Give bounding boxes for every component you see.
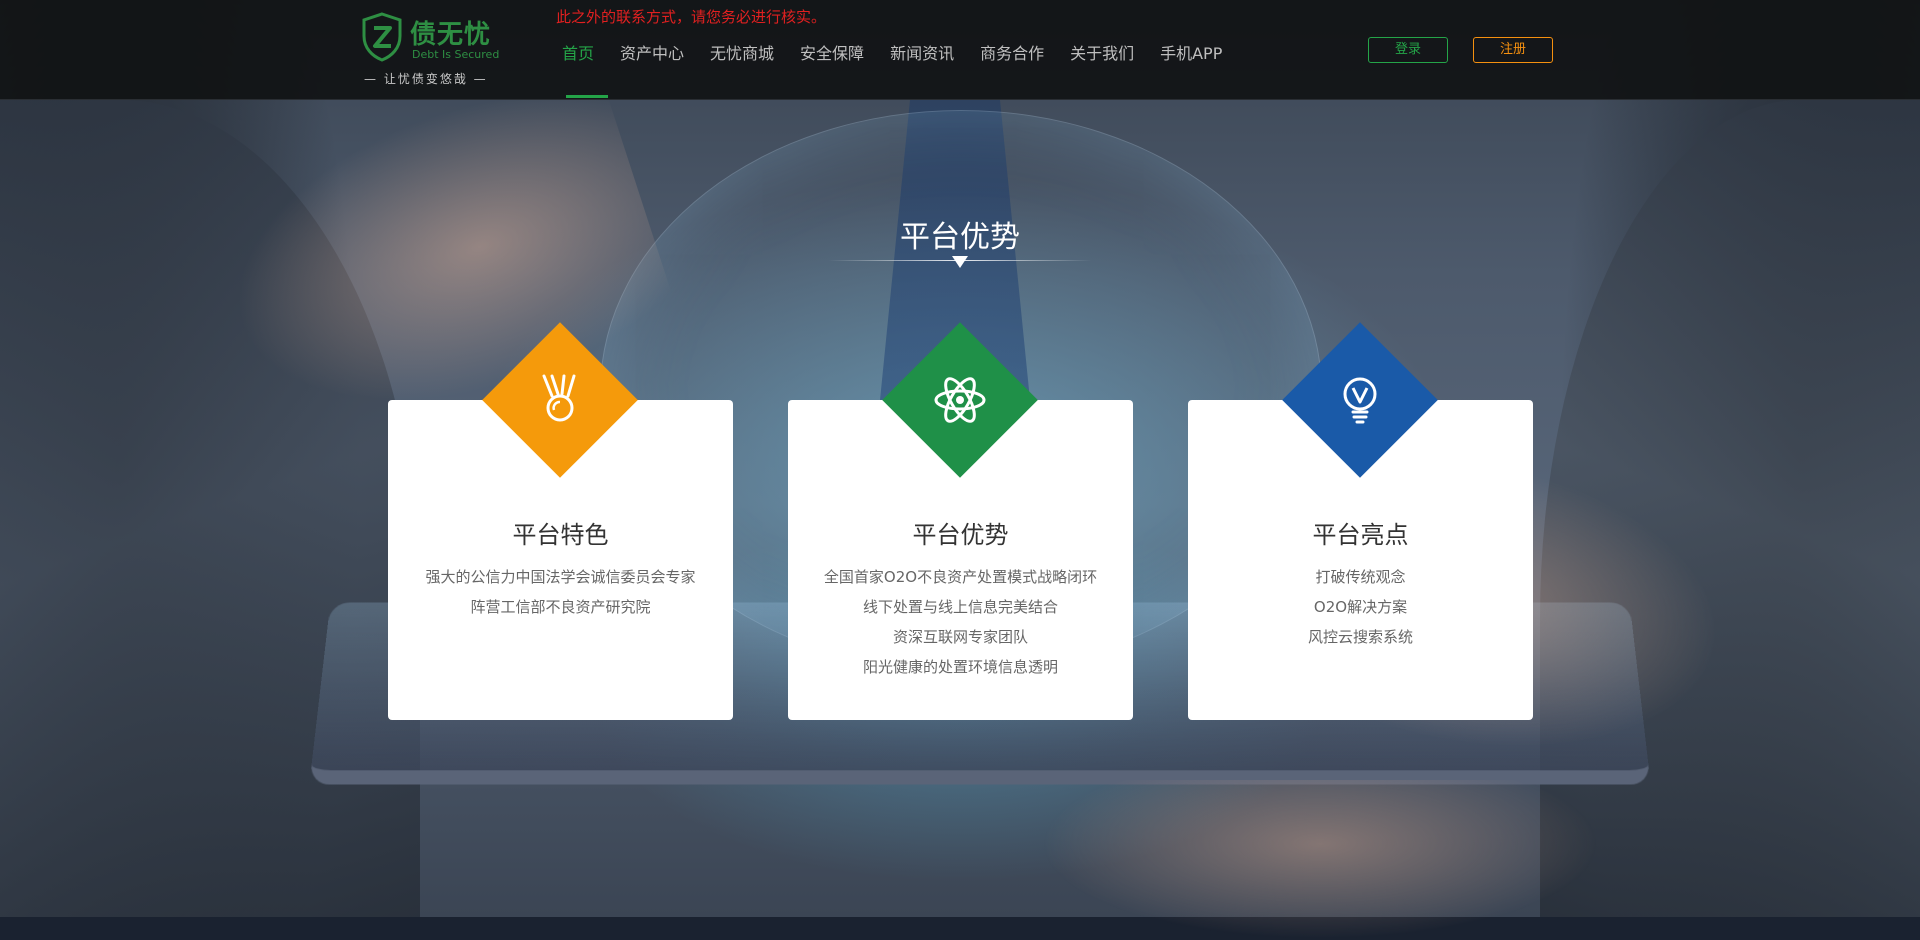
card-title: 平台优势 [912, 521, 1009, 549]
card-title: 平台特色 [512, 521, 609, 549]
nav-item-mobile-app[interactable]: 手机APP [1158, 38, 1224, 98]
card-description: 全国首家O2O不良资产处置模式战略闭环 线下处置与线上信息完美结合 资深互联网专… [788, 562, 1133, 682]
medal-icon [530, 370, 590, 430]
nav-item-mall[interactable]: 无忧商城 [708, 38, 776, 98]
nav-item-business[interactable]: 商务合作 [978, 38, 1046, 98]
shield-logo-icon [362, 12, 402, 62]
logo-name: 债无忧 [410, 20, 492, 50]
site-logo[interactable]: 债无忧 Debt Is Secured — 让忧债变悠哉 — [360, 12, 510, 92]
login-button[interactable]: 登录 [1368, 37, 1448, 63]
register-button[interactable]: 注册 [1473, 37, 1553, 63]
lightbulb-icon [1330, 370, 1390, 430]
card-line: 资深互联网专家团队 [892, 628, 1028, 646]
nav-item-security[interactable]: 安全保障 [798, 38, 866, 98]
nav-item-home[interactable]: 首页 [560, 38, 596, 98]
logo-slogan: — 让忧债变悠哉 — [364, 72, 488, 86]
nav-item-about[interactable]: 关于我们 [1068, 38, 1136, 98]
card-line: O2O解决方案 [1313, 598, 1408, 616]
atom-icon [930, 370, 990, 430]
card-description: 打破传统观念 O2O解决方案 风控云搜索系统 [1188, 562, 1533, 652]
card-line: 阳光健康的处置环境信息透明 [862, 658, 1058, 676]
card-line: 风控云搜索系统 [1307, 628, 1413, 646]
site-header: 债无忧 Debt Is Secured — 让忧债变悠哉 — 此之外的联系方式，… [0, 0, 1920, 100]
notice-banner: 此之外的联系方式，请您务必进行核实。 [556, 8, 827, 26]
card-line: 全国首家O2O不良资产处置模式战略闭环 [823, 568, 1098, 586]
nav-active-indicator [566, 95, 608, 98]
logo-tagline: Debt Is Secured [412, 48, 500, 61]
background-hand-bottom [1040, 780, 1600, 940]
nav-item-assets[interactable]: 资产中心 [618, 38, 686, 98]
nav-item-news[interactable]: 新闻资讯 [888, 38, 956, 98]
card-line: 线下处置与线上信息完美结合 [862, 598, 1058, 616]
main-nav: 首页 资产中心 无忧商城 安全保障 新闻资讯 商务合作 关于我们 手机APP [560, 38, 1246, 98]
card-line: 阵营工信部不良资产研究院 [470, 598, 651, 616]
card-title: 平台亮点 [1312, 521, 1409, 549]
section-title: 平台优势 [900, 220, 1020, 255]
section-title-arrow-icon [952, 256, 968, 268]
card-line: 强大的公信力中国法学会诚信委员会专家 [425, 568, 696, 586]
card-description: 强大的公信力中国法学会诚信委员会专家 阵营工信部不良资产研究院 [388, 562, 733, 622]
card-line: 打破传统观念 [1315, 568, 1406, 586]
